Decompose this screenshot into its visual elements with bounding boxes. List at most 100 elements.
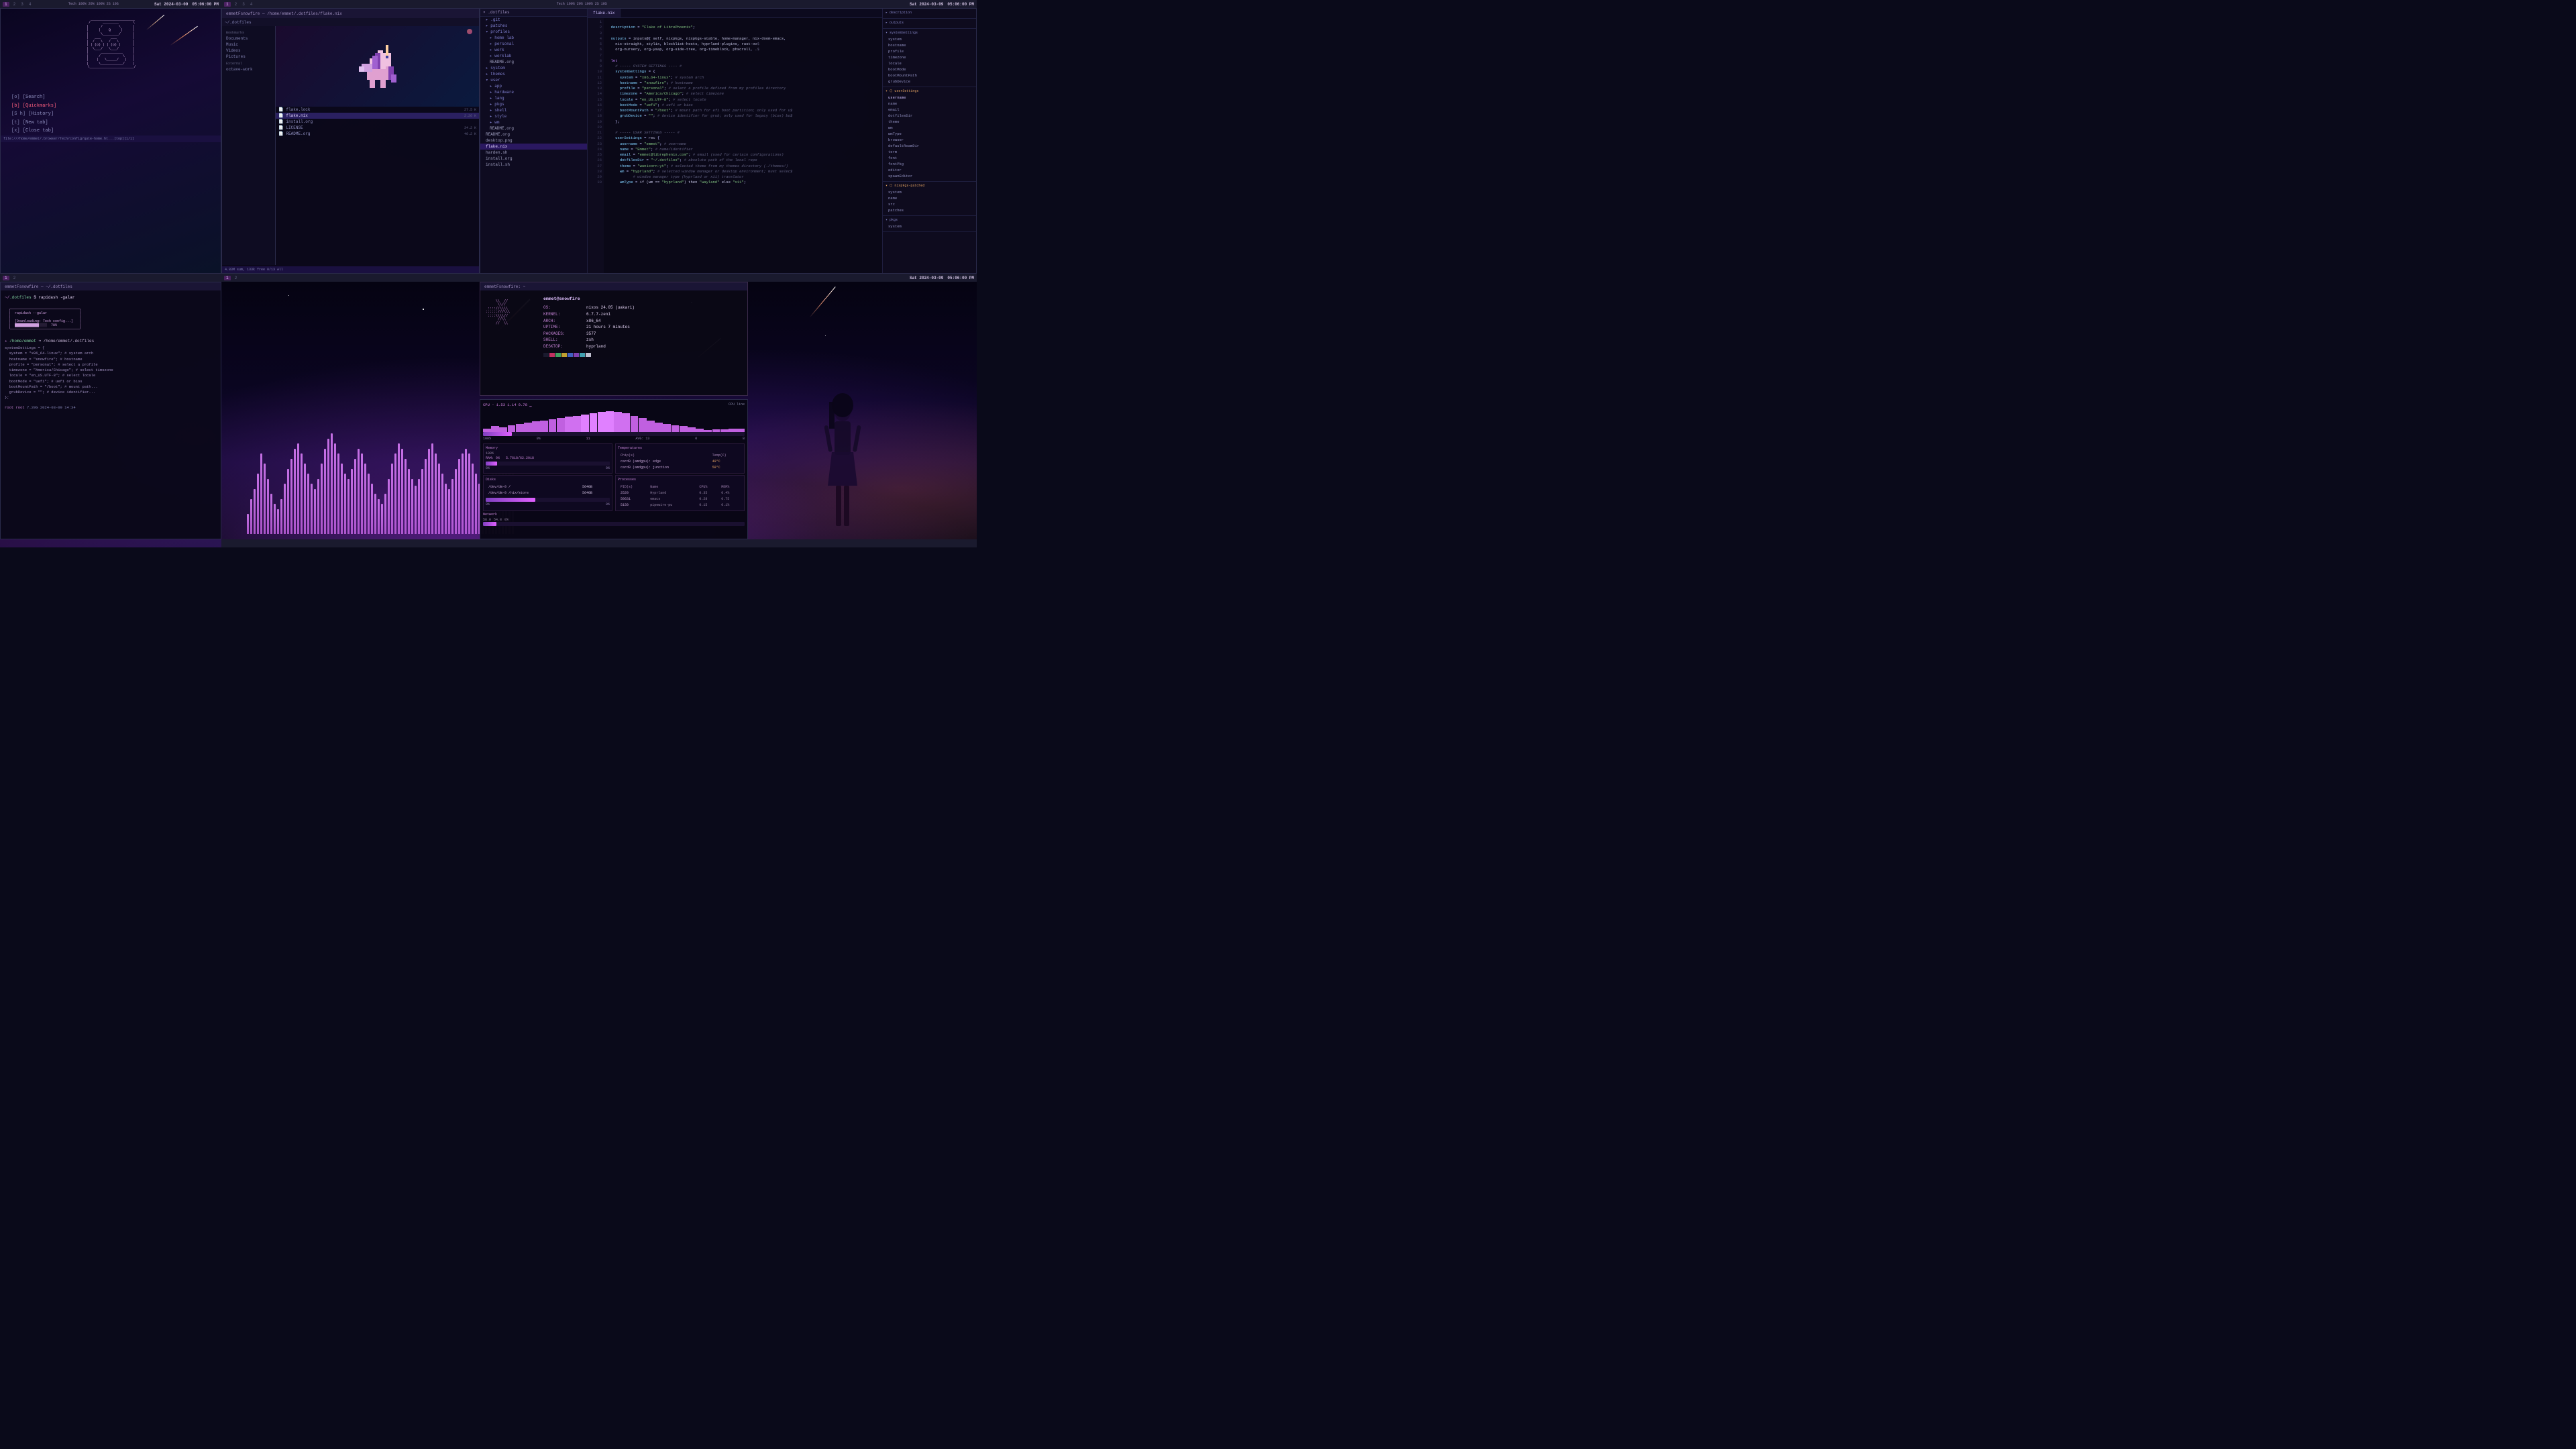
tree-system[interactable]: ▸ system bbox=[480, 65, 587, 71]
fm-header-text: emmetFsnowfire — /home/emmet/.dotfiles/f… bbox=[226, 11, 342, 16]
vis-bar-64 bbox=[462, 453, 464, 534]
code-editor[interactable]: description = "Flake of LibrePhoenix"; o… bbox=[604, 18, 882, 273]
outline-username-item[interactable]: username bbox=[885, 95, 973, 101]
outline-fontpkg-item[interactable]: fontPkg bbox=[885, 161, 973, 167]
outline-bootmount-item[interactable]: bootMountPath bbox=[885, 72, 973, 78]
vis-bar-49 bbox=[411, 479, 413, 535]
outline-name-item[interactable]: name bbox=[885, 101, 973, 107]
outline-bootmode-item[interactable]: bootMode bbox=[885, 66, 973, 72]
tree-homelab[interactable]: ▸ home lab bbox=[480, 35, 587, 41]
vis-bar-45 bbox=[398, 443, 400, 534]
qb-link-search[interactable]: [o] [Search] bbox=[11, 93, 210, 102]
outline-wm-item[interactable]: wm bbox=[885, 125, 973, 131]
outline-wmtype-item[interactable]: wmType bbox=[885, 131, 973, 137]
outline-np-patches[interactable]: patches bbox=[885, 207, 973, 213]
qb-link-close[interactable]: [x] [Close tab] bbox=[11, 127, 210, 136]
outline-hostname-item[interactable]: hostname bbox=[885, 42, 973, 48]
vis-bar-68 bbox=[475, 474, 477, 534]
sysmon-cpu-section: CPU - 1.53 1.14 0.78 ▁ CPU line bbox=[483, 402, 745, 441]
tree-themes[interactable]: ▸ themes bbox=[480, 71, 587, 77]
outline-timezone-item[interactable]: timezone bbox=[885, 54, 973, 60]
statusbar-bottom bbox=[221, 539, 977, 547]
tree-install-sh[interactable]: install.sh bbox=[480, 162, 587, 168]
outline-term-item[interactable]: term bbox=[885, 149, 973, 155]
fm-main: 📄 flake.lock 27.5 K 📄 flake.nix 2.26 K 📄… bbox=[276, 26, 479, 265]
fm-content: Bookmarks Documents Music Videos Picture… bbox=[222, 26, 479, 265]
outline-user-settings: ▾ ⬡ userSettings username name email dot… bbox=[883, 87, 976, 182]
vis-bar-44 bbox=[394, 453, 396, 534]
tree-lang[interactable]: ▸ lang bbox=[480, 95, 587, 101]
tree-personal[interactable]: ▸ personal bbox=[480, 41, 587, 47]
tag-m2[interactable]: 2 bbox=[12, 276, 17, 280]
outline-system-item[interactable]: system bbox=[885, 36, 973, 42]
outline-theme-item[interactable]: theme bbox=[885, 119, 973, 125]
tree-wm[interactable]: ▸ wm bbox=[480, 119, 587, 125]
tag-r4[interactable]: 4 bbox=[249, 2, 254, 7]
fm-item-pictures[interactable]: Pictures bbox=[222, 54, 275, 60]
tree-harden[interactable]: harden.sh bbox=[480, 150, 587, 156]
tree-style[interactable]: ▸ style bbox=[480, 113, 587, 119]
tree-readme-root[interactable]: README.org bbox=[480, 131, 587, 138]
tree-user[interactable]: ▾ user bbox=[480, 77, 587, 83]
tag-mr1[interactable]: 1 bbox=[224, 276, 231, 280]
tree-readme-user[interactable]: README.org bbox=[480, 125, 587, 131]
outline-editor-item[interactable]: editor bbox=[885, 167, 973, 173]
terminal-content[interactable]: ~/.dotfiles $ rapidash -galar ╭─────────… bbox=[1, 290, 221, 415]
outline-np-system[interactable]: system bbox=[885, 189, 973, 195]
tag-2[interactable]: 2 bbox=[12, 2, 17, 7]
tag-m1[interactable]: 1 bbox=[3, 276, 9, 280]
tree-work[interactable]: ▸ work bbox=[480, 47, 587, 53]
outline-pkgs-system[interactable]: system bbox=[885, 223, 973, 229]
tag-4[interactable]: 4 bbox=[28, 2, 33, 7]
fm-item-videos[interactable]: Videos bbox=[222, 48, 275, 54]
fm-item-octave[interactable]: octave-work bbox=[222, 66, 275, 72]
tree-shell[interactable]: ▸ shell bbox=[480, 107, 587, 113]
tag-r1[interactable]: 1 bbox=[224, 2, 231, 7]
outline-roam-item[interactable]: defaultRoamDir bbox=[885, 143, 973, 149]
fm-file-readme[interactable]: 📄 README.org 40.2 K bbox=[276, 131, 479, 137]
fm-file-flake-lock[interactable]: 📄 flake.lock 27.5 K bbox=[276, 107, 479, 113]
outline-email-item[interactable]: email bbox=[885, 107, 973, 113]
vis-bar-35 bbox=[364, 464, 366, 534]
tree-readme-profiles[interactable]: README.org bbox=[480, 59, 587, 65]
tag-3[interactable]: 3 bbox=[19, 2, 25, 7]
qb-link-history[interactable]: [S h] [History] bbox=[11, 110, 210, 119]
tree-install-org[interactable]: install.org bbox=[480, 156, 587, 162]
tag-mr2[interactable]: 2 bbox=[233, 276, 239, 280]
fm-item-documents[interactable]: Documents bbox=[222, 36, 275, 42]
tag-r2[interactable]: 2 bbox=[233, 2, 239, 7]
tree-flake-nix[interactable]: flake.nix bbox=[480, 144, 587, 150]
outline-browser-item[interactable]: browser bbox=[885, 137, 973, 143]
fm-file-flake-nix[interactable]: 📄 flake.nix 2.26 K bbox=[276, 113, 479, 119]
outline-spawn-item[interactable]: spawnEditor bbox=[885, 173, 973, 179]
tree-profiles[interactable]: ▾ profiles bbox=[480, 29, 587, 35]
vis-bar-61 bbox=[451, 479, 453, 535]
tree-patches[interactable]: ▸ patches bbox=[480, 23, 587, 29]
fm-file-license[interactable]: 📄 LICENSE 34.2 K bbox=[276, 125, 479, 131]
tree-pkgs[interactable]: ▸ pkgs bbox=[480, 101, 587, 107]
outline-locale-item[interactable]: locale bbox=[885, 60, 973, 66]
fm-file-install-org[interactable]: 📄 install.org bbox=[276, 119, 479, 125]
outline-font-item[interactable]: font bbox=[885, 155, 973, 161]
qb-link-quickmarks[interactable]: [b] [Quickmarks] bbox=[11, 102, 210, 111]
editor-tab-flake[interactable]: flake.nix bbox=[588, 9, 621, 17]
tag-1[interactable]: 1 bbox=[3, 2, 9, 7]
outline-np-name[interactable]: name bbox=[885, 195, 973, 201]
tree-desktop-png[interactable]: desktop.png bbox=[480, 138, 587, 144]
tree-worklab[interactable]: ▸ worklab bbox=[480, 53, 587, 59]
tree-git[interactable]: ▸ .git bbox=[480, 17, 587, 23]
statusbar-right-time2: 05:06:00 PM bbox=[947, 2, 974, 7]
outline-grub-item[interactable]: grubDevice bbox=[885, 78, 973, 85]
outline-profile-item[interactable]: profile bbox=[885, 48, 973, 54]
tree-app[interactable]: ▸ app bbox=[480, 83, 587, 89]
vis-bar-8 bbox=[274, 504, 276, 534]
fm-item-music[interactable]: Music bbox=[222, 42, 275, 48]
tag-r3[interactable]: 3 bbox=[241, 2, 246, 7]
vis-bar-4 bbox=[260, 453, 262, 534]
qb-link-newtab[interactable]: [t] [New tab] bbox=[11, 119, 210, 127]
tree-hardware[interactable]: ▸ hardware bbox=[480, 89, 587, 95]
qb-bottom-bar: file:///home/emmet/.browser/Tech/config/… bbox=[1, 136, 221, 142]
outline-np-src[interactable]: src bbox=[885, 201, 973, 207]
color-block-6 bbox=[580, 353, 585, 357]
outline-dotfilesdir-item[interactable]: dotfilesDir bbox=[885, 113, 973, 119]
